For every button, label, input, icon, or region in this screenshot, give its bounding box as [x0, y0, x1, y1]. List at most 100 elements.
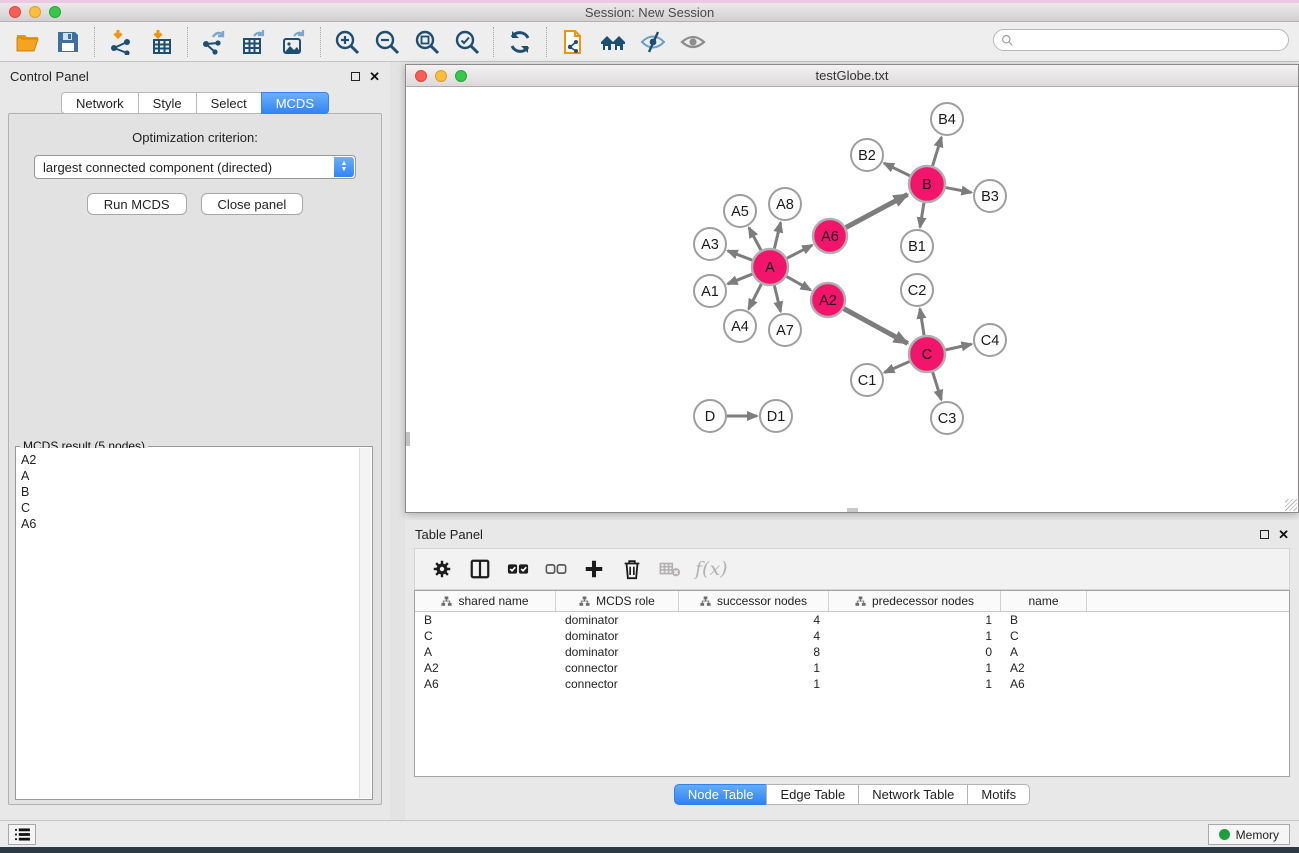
edge-A-A5[interactable]: [749, 228, 761, 251]
close-panel-icon[interactable]: ✕: [369, 72, 380, 81]
edge-A-A1[interactable]: [728, 274, 753, 284]
node-A3[interactable]: A3: [694, 228, 726, 260]
result-item[interactable]: B: [21, 484, 359, 500]
result-scrollbar[interactable]: [359, 448, 371, 798]
node-B2[interactable]: B2: [851, 139, 883, 171]
tab-network-table[interactable]: Network Table: [858, 784, 967, 805]
result-item[interactable]: C: [21, 500, 359, 516]
node-B[interactable]: B: [909, 166, 945, 202]
column-header-predecessor-nodes[interactable]: predecessor nodes: [829, 591, 1001, 611]
node-A6[interactable]: A6: [813, 219, 847, 253]
criterion-dropdown[interactable]: largest connected component (directed) ▲…: [34, 155, 356, 179]
select-all-icon[interactable]: [499, 552, 537, 586]
network-window-titlebar[interactable]: testGlobe.txt: [406, 65, 1298, 87]
tab-network[interactable]: Network: [61, 92, 138, 114]
node-C4[interactable]: C4: [974, 324, 1006, 356]
horizontal-scroll-nub[interactable]: [847, 508, 858, 512]
memory-button[interactable]: Memory: [1208, 824, 1290, 845]
node-A1[interactable]: A1: [694, 275, 726, 307]
table-row[interactable]: A6connector11A6: [415, 676, 1289, 692]
run-mcds-button[interactable]: Run MCDS: [87, 193, 187, 215]
table-row[interactable]: Bdominator41B: [415, 612, 1289, 628]
node-A4[interactable]: A4: [724, 310, 756, 342]
result-item[interactable]: A: [21, 468, 359, 484]
node-B1[interactable]: B1: [901, 230, 933, 262]
delete-column-icon[interactable]: [613, 552, 651, 586]
edge-A6-B[interactable]: [846, 194, 908, 227]
tab-select[interactable]: Select: [196, 92, 261, 114]
export-image-icon[interactable]: [274, 25, 314, 59]
home-icon[interactable]: [593, 25, 633, 59]
import-network-icon[interactable]: [101, 25, 141, 59]
edge-A-A4[interactable]: [749, 284, 762, 309]
export-table-icon[interactable]: [234, 25, 274, 59]
zoom-in-icon[interactable]: [327, 25, 367, 59]
column-header-shared-name[interactable]: shared name: [415, 591, 556, 611]
edge-A2-C[interactable]: [844, 309, 908, 344]
open-session-folder-icon[interactable]: [8, 25, 48, 59]
table-row[interactable]: Adominator80A: [415, 644, 1289, 660]
edge-A-A7[interactable]: [774, 285, 780, 311]
tab-mcds[interactable]: MCDS: [261, 92, 329, 114]
node-A5[interactable]: A5: [724, 195, 756, 227]
zoom-window-button[interactable]: [49, 6, 61, 18]
tab-edge-table[interactable]: Edge Table: [766, 784, 858, 805]
close-panel-button[interactable]: Close panel: [201, 193, 304, 215]
network-zoom-button[interactable]: [455, 70, 467, 82]
float-panel-icon[interactable]: [351, 72, 360, 81]
edge-B-B4[interactable]: [933, 137, 942, 166]
zoom-out-icon[interactable]: [367, 25, 407, 59]
edge-B-B3[interactable]: [946, 188, 972, 193]
tab-style[interactable]: Style: [138, 92, 196, 114]
table-row[interactable]: Cdominator41C: [415, 628, 1289, 644]
column-header-name[interactable]: name: [1001, 591, 1087, 611]
node-C[interactable]: C: [909, 336, 945, 372]
edge-B-B2[interactable]: [884, 163, 910, 175]
gear-icon[interactable]: [423, 552, 461, 586]
split-table-icon[interactable]: [461, 552, 499, 586]
close-window-button[interactable]: [9, 6, 21, 18]
add-column-icon[interactable]: [575, 552, 613, 586]
network-close-button[interactable]: [415, 70, 427, 82]
node-C3[interactable]: C3: [931, 402, 963, 434]
node-A8[interactable]: A8: [769, 188, 801, 220]
minimize-window-button[interactable]: [29, 6, 41, 18]
edge-C-C4[interactable]: [946, 344, 972, 350]
edge-A-A8[interactable]: [774, 222, 780, 248]
network-minimize-button[interactable]: [435, 70, 447, 82]
refresh-icon[interactable]: [500, 25, 540, 59]
edge-A-A3[interactable]: [728, 251, 753, 260]
result-item[interactable]: A6: [21, 516, 359, 532]
search-box[interactable]: [993, 29, 1289, 51]
edge-A-A2[interactable]: [787, 276, 811, 290]
table-float-icon[interactable]: [1260, 530, 1269, 539]
edge-C-C3[interactable]: [933, 372, 942, 400]
deselect-all-icon[interactable]: [537, 552, 575, 586]
node-B4[interactable]: B4: [931, 103, 963, 135]
edge-C-C1[interactable]: [884, 362, 909, 373]
node-B3[interactable]: B3: [974, 180, 1006, 212]
table-close-icon[interactable]: ✕: [1278, 530, 1289, 539]
function-builder-button[interactable]: f(x): [695, 558, 728, 580]
zoom-selected-icon[interactable]: [447, 25, 487, 59]
node-D1[interactable]: D1: [760, 400, 792, 432]
tab-motifs[interactable]: Motifs: [967, 784, 1030, 805]
network-graph[interactable]: B4 B2 B B3 A5 A8 A6 A3 B1 A C2 A1 A2 A4 A7 C4 C C1 D D1 C3: [406, 87, 1298, 512]
tab-node-table[interactable]: Node Table: [674, 784, 767, 805]
show-eye-icon[interactable]: [673, 25, 713, 59]
edge-B-B1[interactable]: [920, 203, 924, 227]
task-history-button[interactable]: [8, 824, 36, 845]
node-C1[interactable]: C1: [851, 364, 883, 396]
new-network-file-icon[interactable]: [553, 25, 593, 59]
panel-divider[interactable]: [390, 62, 405, 820]
node-A2[interactable]: A2: [811, 283, 845, 317]
network-canvas[interactable]: B4 B2 B B3 A5 A8 A6 A3 B1 A C2 A1 A2 A4 A7 C4 C C1 D D1 C3: [406, 87, 1298, 512]
node-D[interactable]: D: [694, 400, 726, 432]
edge-A-A6[interactable]: [787, 245, 812, 258]
vertical-scroll-nub[interactable]: [406, 432, 410, 446]
search-input[interactable]: [1018, 33, 1288, 47]
node-A7[interactable]: A7: [769, 314, 801, 346]
node-A[interactable]: A: [752, 249, 788, 285]
save-session-icon[interactable]: [48, 25, 88, 59]
node-C2[interactable]: C2: [901, 274, 933, 306]
